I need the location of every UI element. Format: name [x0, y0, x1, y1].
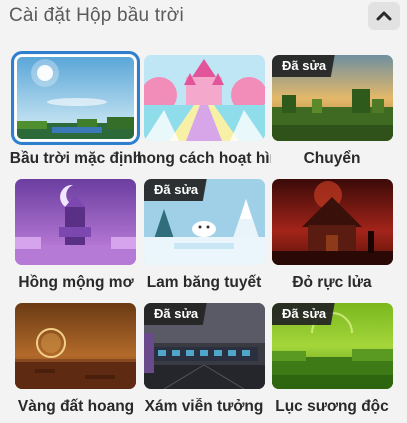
panel-title: Cài đặt Hộp bầu trời: [9, 5, 184, 26]
skybox-tile-ice-blue[interactable]: Đã sửa: [144, 179, 265, 265]
skybox-label-toxic-green: Lục sương độc: [275, 398, 389, 415]
skybox-default-preview: [17, 57, 134, 139]
skybox-label-fiery-red: Đỏ rực lửa: [292, 274, 372, 291]
skybox-tile-toxic-green[interactable]: Đã sửa: [272, 303, 393, 389]
edited-badge: Đã sửa: [272, 303, 349, 325]
skybox-settings-panel: Cài đặt Hộp bầu trời Bầu trời mặc định h…: [0, 0, 407, 423]
skybox-cartoon-preview: [144, 55, 265, 141]
skybox-tile-futuristic-gray[interactable]: Đã sửa: [144, 303, 265, 389]
skybox-tile-transition[interactable]: Đã sửa: [272, 55, 393, 141]
skybox-label-default: Bầu trời mặc định: [9, 150, 143, 167]
skybox-label-wasteland-gold: Vàng đất hoang: [17, 398, 135, 415]
skybox-tile-cartoon[interactable]: [144, 55, 265, 141]
skybox-label-pink-dream: Hồng mộng mơ: [18, 274, 134, 291]
edited-badge: Đã sửa: [144, 303, 221, 325]
skybox-fiery-red-preview: [272, 179, 393, 265]
skybox-label-cartoon: hong cách hoạt hìn: [137, 150, 271, 167]
edited-badge: Đã sửa: [272, 55, 349, 77]
skybox-label-ice-blue: Lam băng tuyết: [146, 274, 262, 291]
skybox-label-transition: Chuyển: [303, 150, 361, 167]
collapse-button[interactable]: [368, 2, 400, 30]
skybox-tile-default[interactable]: [11, 51, 140, 145]
skybox-tile-fiery-red[interactable]: [272, 179, 393, 265]
skybox-tile-wasteland-gold[interactable]: [15, 303, 136, 389]
edited-badge: Đã sửa: [144, 179, 221, 201]
skybox-wasteland-gold-preview: [15, 303, 136, 389]
skybox-tile-pink-dream[interactable]: [15, 179, 136, 265]
skybox-pink-dream-preview: [15, 179, 136, 265]
skybox-label-futuristic-gray: Xám viễn tưởng: [144, 398, 264, 415]
chevron-up-icon: [376, 11, 392, 21]
